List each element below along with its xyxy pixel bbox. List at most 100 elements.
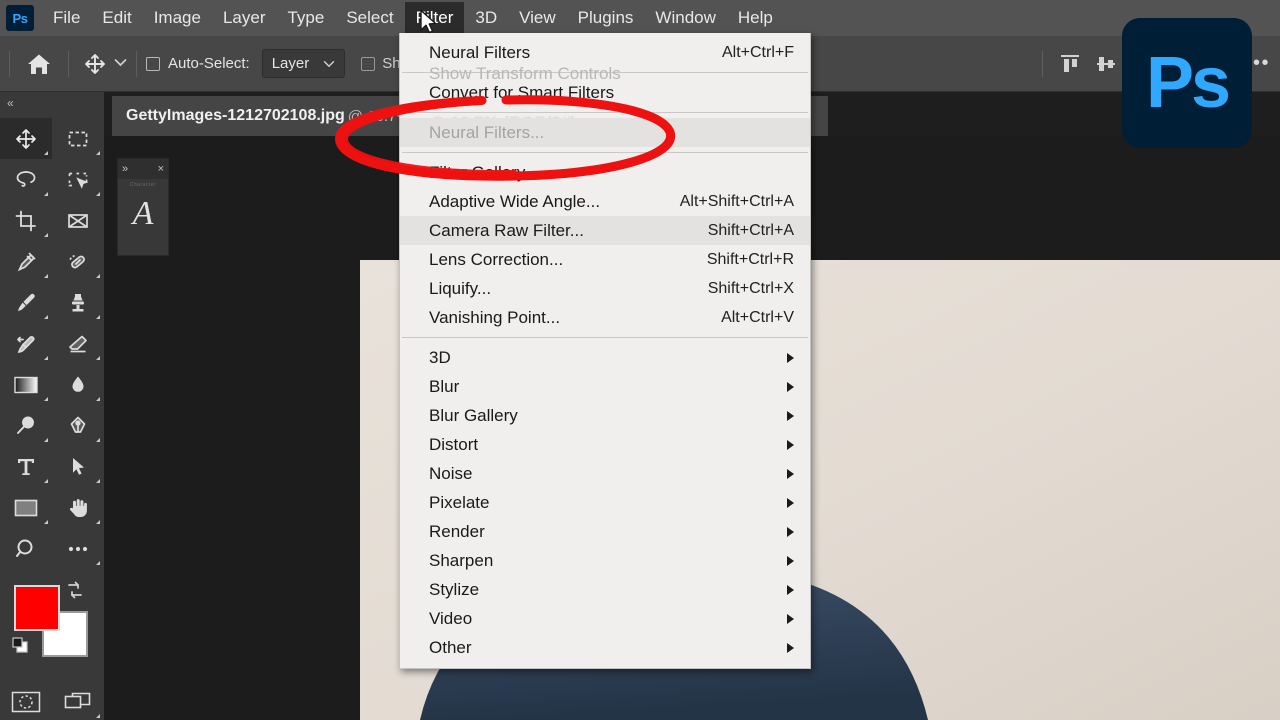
menu-item-liquify[interactable]: Liquify... Shift+Ctrl+X bbox=[400, 274, 810, 303]
photoshop-logo-overlay-icon: Ps bbox=[1122, 18, 1252, 148]
auto-select-scope-dropdown[interactable]: Layer bbox=[261, 49, 346, 78]
move-tool[interactable] bbox=[0, 118, 52, 159]
menu-item-label: Neural Filters bbox=[429, 42, 531, 62]
align-top-edges-icon[interactable] bbox=[1057, 51, 1083, 77]
edit-toolbar-tool[interactable] bbox=[52, 528, 104, 569]
menubar-item-3d[interactable]: 3D bbox=[464, 2, 508, 34]
menubar-item-select[interactable]: Select bbox=[335, 2, 404, 34]
photoshop-logo-icon[interactable]: Ps bbox=[6, 5, 34, 31]
brush-tool[interactable] bbox=[0, 282, 52, 323]
dodge-tool[interactable] bbox=[0, 405, 52, 446]
spot-healing-brush-tool[interactable] bbox=[52, 241, 104, 282]
quick-mask-icon[interactable] bbox=[0, 681, 52, 720]
divider bbox=[1042, 50, 1044, 77]
collapse-panel-button[interactable]: « bbox=[0, 92, 104, 114]
menu-item-other[interactable]: Other bbox=[400, 633, 810, 662]
menu-item-label: Liquify... bbox=[429, 278, 492, 298]
move-tool-icon[interactable] bbox=[78, 47, 112, 81]
menu-item-distort[interactable]: Distort bbox=[400, 430, 810, 459]
eraser-tool[interactable] bbox=[52, 323, 104, 364]
menu-item-label: Render bbox=[429, 521, 485, 541]
menu-item-blur-gallery[interactable]: Blur Gallery bbox=[400, 401, 810, 430]
eyedropper-tool[interactable] bbox=[0, 241, 52, 282]
menu-item-adaptive-wide-angle[interactable]: Adaptive Wide Angle... Alt+Shift+Ctrl+A bbox=[400, 187, 810, 216]
filter-dropdown-menu[interactable]: Show Transform Controls @ 16.7% (RGB/8#)… bbox=[399, 33, 811, 669]
menu-separator bbox=[402, 112, 808, 113]
close-icon[interactable]: × bbox=[158, 163, 164, 175]
menu-item-video[interactable]: Video bbox=[400, 604, 810, 633]
menu-item-lens-correction[interactable]: Lens Correction... Shift+Ctrl+R bbox=[400, 245, 810, 274]
tools-panel: « bbox=[0, 92, 104, 720]
menu-item-neural-filters[interactable]: Neural Filters Alt+Ctrl+F bbox=[400, 38, 810, 67]
menu-item-render[interactable]: Render bbox=[400, 517, 810, 546]
menubar-item-plugins[interactable]: Plugins bbox=[567, 2, 645, 34]
pen-tool[interactable] bbox=[52, 405, 104, 446]
menubar-item-type[interactable]: Type bbox=[276, 2, 335, 34]
swap-colors-icon[interactable] bbox=[66, 581, 84, 604]
horizontal-type-tool[interactable] bbox=[0, 446, 52, 487]
character-panel[interactable]: » × Character A bbox=[117, 158, 169, 256]
lasso-tool[interactable] bbox=[0, 159, 52, 200]
menu-item-shortcut: Shift+Ctrl+A bbox=[707, 221, 794, 239]
character-glyph-icon[interactable]: A bbox=[118, 188, 168, 240]
menu-item-camera-raw-filter[interactable]: Camera Raw Filter... Shift+Ctrl+A bbox=[400, 216, 810, 245]
rectangular-marquee-tool[interactable] bbox=[52, 118, 104, 159]
menu-item-stylize[interactable]: Stylize bbox=[400, 575, 810, 604]
menubar-item-file[interactable]: File bbox=[42, 2, 91, 34]
menubar-item-layer[interactable]: Layer bbox=[212, 2, 277, 34]
tool-grid bbox=[0, 114, 104, 569]
divider bbox=[136, 50, 137, 77]
menu-item-sharpen[interactable]: Sharpen bbox=[400, 546, 810, 575]
submenu-arrow-icon bbox=[787, 613, 794, 624]
menu-item-filter-gallery[interactable]: Filter Gallery... bbox=[400, 158, 810, 187]
menu-item-label: Blur Gallery bbox=[429, 405, 518, 425]
menubar-item-window[interactable]: Window bbox=[644, 2, 726, 34]
gradient-tool[interactable] bbox=[0, 364, 52, 405]
home-icon[interactable] bbox=[19, 47, 59, 81]
menu-item-vanishing-point[interactable]: Vanishing Point... Alt+Ctrl+V bbox=[400, 303, 810, 332]
menu-item-pixelate[interactable]: Pixelate bbox=[400, 488, 810, 517]
auto-select-checkbox[interactable] bbox=[146, 56, 160, 71]
menu-item-label: Noise bbox=[429, 463, 473, 483]
menu-item-blur[interactable]: Blur bbox=[400, 372, 810, 401]
menubar-item-edit[interactable]: Edit bbox=[91, 2, 142, 34]
hand-tool[interactable] bbox=[52, 487, 104, 528]
menu-item-shortcut: Shift+Ctrl+X bbox=[707, 279, 794, 297]
blur-tool[interactable] bbox=[52, 364, 104, 405]
menu-item-3d[interactable]: 3D bbox=[400, 343, 810, 372]
menu-item-label: Distort bbox=[429, 434, 479, 454]
clone-stamp-tool[interactable] bbox=[52, 282, 104, 323]
menubar-item-view[interactable]: View bbox=[508, 2, 567, 34]
menu-item-noise[interactable]: Noise bbox=[400, 459, 810, 488]
history-brush-tool[interactable] bbox=[0, 323, 52, 364]
color-swatches bbox=[0, 575, 104, 675]
character-panel-header: » × bbox=[118, 159, 168, 179]
crop-tool[interactable] bbox=[0, 200, 52, 241]
screen-mode-icon[interactable] bbox=[52, 681, 104, 720]
submenu-arrow-icon bbox=[787, 468, 794, 479]
menu-item-label: 3D bbox=[429, 347, 451, 367]
menu-item-label: Camera Raw Filter... bbox=[429, 220, 584, 240]
frame-tool[interactable] bbox=[52, 200, 104, 241]
align-vertical-centers-icon[interactable] bbox=[1093, 51, 1119, 77]
show-transform-controls-checkbox[interactable] bbox=[361, 56, 376, 71]
chevron-down-icon bbox=[324, 60, 335, 67]
chevron-down-icon[interactable] bbox=[114, 58, 127, 70]
menu-items: File Edit Image Layer Type Select Filter 3D View… bbox=[42, 2, 784, 34]
menu-item-label: Sharpen bbox=[429, 550, 494, 570]
expand-panel-icon[interactable]: » bbox=[122, 163, 128, 175]
default-colors-icon[interactable] bbox=[12, 637, 30, 660]
rectangle-tool[interactable] bbox=[0, 487, 52, 528]
zoom-tool[interactable] bbox=[0, 528, 52, 569]
menu-item-label: Vanishing Point... bbox=[429, 307, 561, 327]
object-selection-tool[interactable] bbox=[52, 159, 104, 200]
menu-separator bbox=[402, 152, 808, 153]
menu-item-convert-for-smart-filters[interactable]: Convert for Smart Filters bbox=[400, 78, 810, 107]
foreground-color-swatch[interactable] bbox=[14, 585, 60, 631]
menubar-item-help[interactable]: Help bbox=[727, 2, 784, 34]
divider bbox=[9, 50, 10, 77]
path-selection-tool[interactable] bbox=[52, 446, 104, 487]
menubar-item-image[interactable]: Image bbox=[143, 2, 212, 34]
menu-item-label: Other bbox=[429, 637, 472, 657]
menu-bar: Ps File Edit Image Layer Type Select Filter 3D V… bbox=[0, 0, 1280, 36]
